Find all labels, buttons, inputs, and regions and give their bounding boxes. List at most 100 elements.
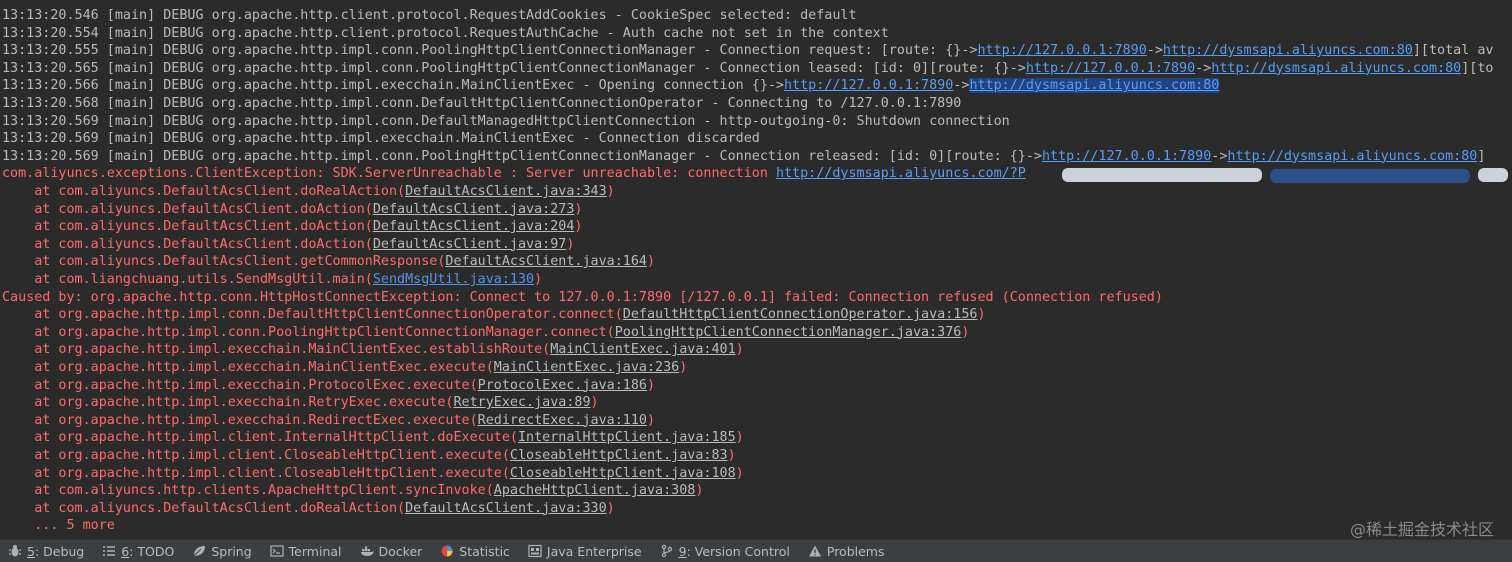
source-link[interactable]: DefaultAcsClient.java:343 bbox=[405, 184, 607, 199]
log-line: 13:13:20.569 [main] DEBUG org.apache.htt… bbox=[2, 113, 1010, 131]
source-link[interactable]: RedirectExec.java:110 bbox=[478, 413, 647, 428]
log-text: -> bbox=[953, 78, 970, 94]
error-log-line: at com.aliyuncs.DefaultAcsClient.doRealA… bbox=[2, 183, 614, 201]
warning-icon bbox=[808, 544, 822, 558]
error-log-line: at com.aliyuncs.DefaultAcsClient.doRealA… bbox=[2, 500, 615, 518]
log-text: ) bbox=[574, 219, 583, 235]
log-text: at org.apache.http.impl.execchain.MainCl… bbox=[2, 342, 551, 358]
log-text: ][total av bbox=[1412, 43, 1494, 59]
tool-window-label: Java Enterprise bbox=[546, 543, 642, 559]
url-link[interactable]: http://127.0.0.1:7890 bbox=[784, 78, 953, 93]
url-link[interactable]: http://dysmsapi.aliyuncs.com:80 bbox=[1227, 149, 1477, 164]
log-text: 13:13:20.554 [main] DEBUG org.apache.htt… bbox=[2, 25, 889, 41]
url-link[interactable]: http://dysmsapi.aliyuncs.com:80 bbox=[1163, 43, 1413, 58]
log-text: 13:13:20.565 [main] DEBUG org.apache.htt… bbox=[2, 60, 1026, 76]
source-link[interactable]: SendMsgUtil.java:130 bbox=[373, 272, 534, 287]
tool-window-todo[interactable]: 6: TODO bbox=[94, 540, 184, 562]
tool-window-label: Spring bbox=[211, 543, 252, 559]
error-log-line: at com.aliyuncs.DefaultAcsClient.getComm… bbox=[2, 253, 655, 271]
tool-window-label: Terminal bbox=[288, 543, 342, 559]
tool-window-java-enterprise[interactable]: Java Enterprise bbox=[520, 540, 652, 562]
docker-icon bbox=[360, 544, 374, 558]
log-text: ) bbox=[735, 465, 744, 481]
tool-window-terminal[interactable]: Terminal bbox=[262, 540, 352, 562]
tool-window-label: Statistic bbox=[459, 543, 510, 559]
log-text: com.aliyuncs.exceptions.ClientException:… bbox=[2, 166, 776, 182]
tool-window-spring[interactable]: Spring bbox=[184, 540, 261, 562]
pie-chart-icon bbox=[440, 544, 454, 558]
log-text: ) bbox=[735, 342, 744, 358]
error-log-line: at com.aliyuncs.DefaultAcsClient.doActio… bbox=[2, 218, 582, 236]
tool-window-bar: 5: Debug 6: TODO Spring Terminal Docker Stati… bbox=[0, 539, 1512, 562]
log-text: at com.aliyuncs.DefaultAcsClient.doRealA… bbox=[2, 500, 406, 516]
source-link[interactable]: DefaultAcsClient.java:164 bbox=[445, 254, 647, 269]
log-line: 13:13:20.569 [main] DEBUG org.apache.htt… bbox=[2, 130, 760, 148]
log-text: at com.aliyuncs.DefaultAcsClient.getComm… bbox=[2, 254, 446, 270]
url-link[interactable]: http://127.0.0.1:7890 bbox=[1026, 61, 1195, 76]
source-link[interactable]: CloseableHttpClient.java:83 bbox=[510, 448, 728, 463]
log-line: 13:13:20.565 [main] DEBUG org.apache.htt… bbox=[2, 60, 1493, 78]
tool-window-shortcut: 6 bbox=[121, 543, 130, 559]
log-line: 13:13:20.546 [main] DEBUG org.apache.htt… bbox=[2, 7, 857, 25]
source-link[interactable]: DefaultAcsClient.java:97 bbox=[373, 237, 566, 252]
leaf-icon bbox=[192, 544, 206, 558]
redacted-region bbox=[1478, 168, 1508, 182]
tool-window-version-control[interactable]: 9: Version Control bbox=[652, 540, 800, 562]
url-link[interactable]: http://dysmsapi.aliyuncs.com/?P bbox=[776, 166, 1026, 181]
log-text: at com.aliyuncs.http.clients.ApacheHttpC… bbox=[2, 483, 494, 499]
tool-window-label: : Version Control bbox=[686, 543, 790, 559]
log-text: ) bbox=[646, 254, 656, 270]
source-link[interactable]: DefaultAcsClient.java:330 bbox=[405, 501, 607, 516]
log-text: at org.apache.http.impl.conn.PoolingHttp… bbox=[2, 324, 615, 340]
log-text: 13:13:20.569 [main] DEBUG org.apache.htt… bbox=[2, 148, 1042, 164]
redacted-region bbox=[1270, 169, 1470, 183]
source-link[interactable]: DefaultAcsClient.java:273 bbox=[373, 202, 575, 217]
error-log-line: at org.apache.http.impl.client.Closeable… bbox=[2, 447, 735, 465]
tool-window-debug[interactable]: 5: Debug bbox=[0, 540, 94, 562]
error-log-line: Caused by: org.apache.http.conn.HttpHost… bbox=[2, 289, 1163, 307]
error-log-line: at org.apache.http.impl.execchain.MainCl… bbox=[2, 359, 687, 377]
tool-window-problems[interactable]: Problems bbox=[800, 540, 895, 562]
log-text: at com.aliyuncs.DefaultAcsClient.doRealA… bbox=[2, 184, 406, 199]
java-enterprise-icon bbox=[528, 544, 542, 558]
error-log-line: at org.apache.http.impl.execchain.MainCl… bbox=[2, 341, 744, 359]
url-link[interactable]: http://dysmsapi.aliyuncs.com:80 bbox=[1211, 61, 1461, 76]
error-log-line: ... 5 more bbox=[2, 517, 115, 535]
source-link[interactable]: InternalHttpClient.java:185 bbox=[518, 430, 736, 445]
url-link[interactable]: http://127.0.0.1:7890 bbox=[1042, 149, 1211, 164]
url-link[interactable]: http://127.0.0.1:7890 bbox=[977, 43, 1146, 58]
list-icon bbox=[102, 544, 116, 558]
error-log-line: at com.aliyuncs.http.clients.ApacheHttpC… bbox=[2, 482, 703, 500]
source-link[interactable]: CloseableHttpClient.java:108 bbox=[510, 466, 736, 481]
branch-icon bbox=[660, 544, 674, 558]
tool-window-label: Docker bbox=[378, 543, 423, 559]
tool-window-shortcut: 9 bbox=[678, 543, 687, 559]
tool-window-statistic[interactable]: Statistic bbox=[432, 540, 520, 562]
source-link[interactable]: RetryExec.java:89 bbox=[453, 395, 590, 410]
source-link[interactable]: DefaultAcsClient.java:204 bbox=[373, 219, 575, 234]
tool-window-label: : TODO bbox=[129, 543, 175, 559]
log-text: 13:13:20.566 [main] DEBUG org.apache.htt… bbox=[2, 78, 784, 94]
log-text: at org.apache.http.impl.execchain.Protoc… bbox=[2, 377, 478, 393]
log-text: ) bbox=[606, 500, 615, 516]
source-link[interactable]: MainClientExec.java:401 bbox=[550, 342, 735, 357]
source-link[interactable]: MainClientExec.java:236 bbox=[494, 360, 679, 375]
tool-window-label: : Debug bbox=[34, 543, 85, 559]
url-link[interactable]: http://dysmsapi.aliyuncs.com:80 bbox=[969, 78, 1220, 94]
error-log-line: at com.aliyuncs.DefaultAcsClient.doActio… bbox=[2, 201, 582, 219]
source-link[interactable]: PoolingHttpClientConnectionManager.java:… bbox=[615, 325, 962, 340]
log-line: 13:13:20.554 [main] DEBUG org.apache.htt… bbox=[2, 25, 889, 43]
log-text: -> bbox=[1211, 148, 1228, 164]
error-log-line: com.aliyuncs.exceptions.ClientException:… bbox=[2, 165, 1026, 183]
error-log-line: at com.aliyuncs.DefaultAcsClient.doActio… bbox=[2, 236, 574, 254]
console-output[interactable]: ... 5 more at com.aliyuncs.DefaultAcsCli… bbox=[0, 0, 1512, 538]
source-link[interactable]: DefaultHttpClientConnectionOperator.java… bbox=[623, 307, 978, 322]
log-text: ) bbox=[679, 360, 688, 375]
tool-window-docker[interactable]: Docker bbox=[352, 540, 433, 562]
log-text: ] bbox=[1477, 148, 1486, 164]
source-link[interactable]: ProtocolExec.java:186 bbox=[478, 378, 647, 393]
log-text: at com.liangchuang.utils.SendMsgUtil.mai… bbox=[2, 272, 373, 287]
source-link[interactable]: ApacheHttpClient.java:308 bbox=[494, 483, 696, 498]
log-text: -> bbox=[1195, 60, 1212, 76]
log-text: 13:13:20.546 [main] DEBUG org.apache.htt… bbox=[2, 8, 857, 23]
